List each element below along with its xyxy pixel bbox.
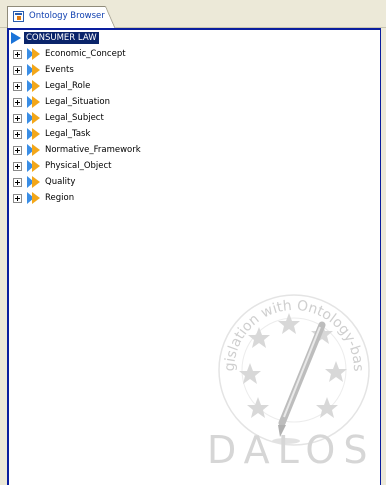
expand-icon[interactable] <box>13 194 22 203</box>
expand-icon[interactable] <box>13 114 22 123</box>
class-icon <box>27 192 42 205</box>
expand-icon[interactable] <box>13 146 22 155</box>
ontology-browser-icon <box>13 11 24 22</box>
expand-icon[interactable] <box>13 66 22 75</box>
class-icon <box>27 48 42 61</box>
expand-icon[interactable] <box>13 162 22 171</box>
expand-icon[interactable] <box>13 178 22 187</box>
class-icon <box>27 144 42 157</box>
class-icon <box>27 112 42 125</box>
class-icon <box>27 176 42 189</box>
tree-item-label[interactable]: Legal_Role <box>45 81 90 92</box>
expand-icon[interactable] <box>13 98 22 107</box>
tab-bar: Ontology Browser <box>0 0 386 29</box>
expand-icon[interactable] <box>13 82 22 91</box>
dalos-brand-text: DALOS <box>207 428 376 472</box>
pen-icon <box>272 321 326 444</box>
expand-icon[interactable] <box>13 50 22 59</box>
tab-ontology-browser[interactable]: Ontology Browser <box>7 6 115 29</box>
class-icon <box>27 128 42 141</box>
tree-item-label[interactable]: Legal_Situation <box>45 97 110 108</box>
tree-item-label[interactable]: Economic_Concept <box>45 49 126 60</box>
tree-item-label[interactable]: Physical_Object <box>45 161 112 172</box>
tree-item-label[interactable]: Legal_Subject <box>45 113 104 124</box>
tree-root-label[interactable]: CONSUMER LAW <box>24 32 99 44</box>
expand-icon[interactable] <box>13 130 22 139</box>
tree-item-label[interactable]: Normative_Framework <box>45 145 141 156</box>
tree-item-label[interactable]: Legal_Task <box>45 129 90 140</box>
tree-item-label[interactable]: Region <box>45 193 74 204</box>
class-icon <box>27 160 42 173</box>
tree-item-label[interactable]: Events <box>45 65 74 76</box>
ontology-tree-panel[interactable]: CONSUMER LAW Economic_Concept Events Leg… <box>7 28 381 485</box>
tab-label: Ontology Browser <box>29 11 105 21</box>
class-icon <box>27 80 42 93</box>
class-icon <box>27 64 42 77</box>
class-icon <box>27 96 42 109</box>
tree-item-label[interactable]: Quality <box>45 177 75 188</box>
root-class-icon <box>11 32 21 44</box>
